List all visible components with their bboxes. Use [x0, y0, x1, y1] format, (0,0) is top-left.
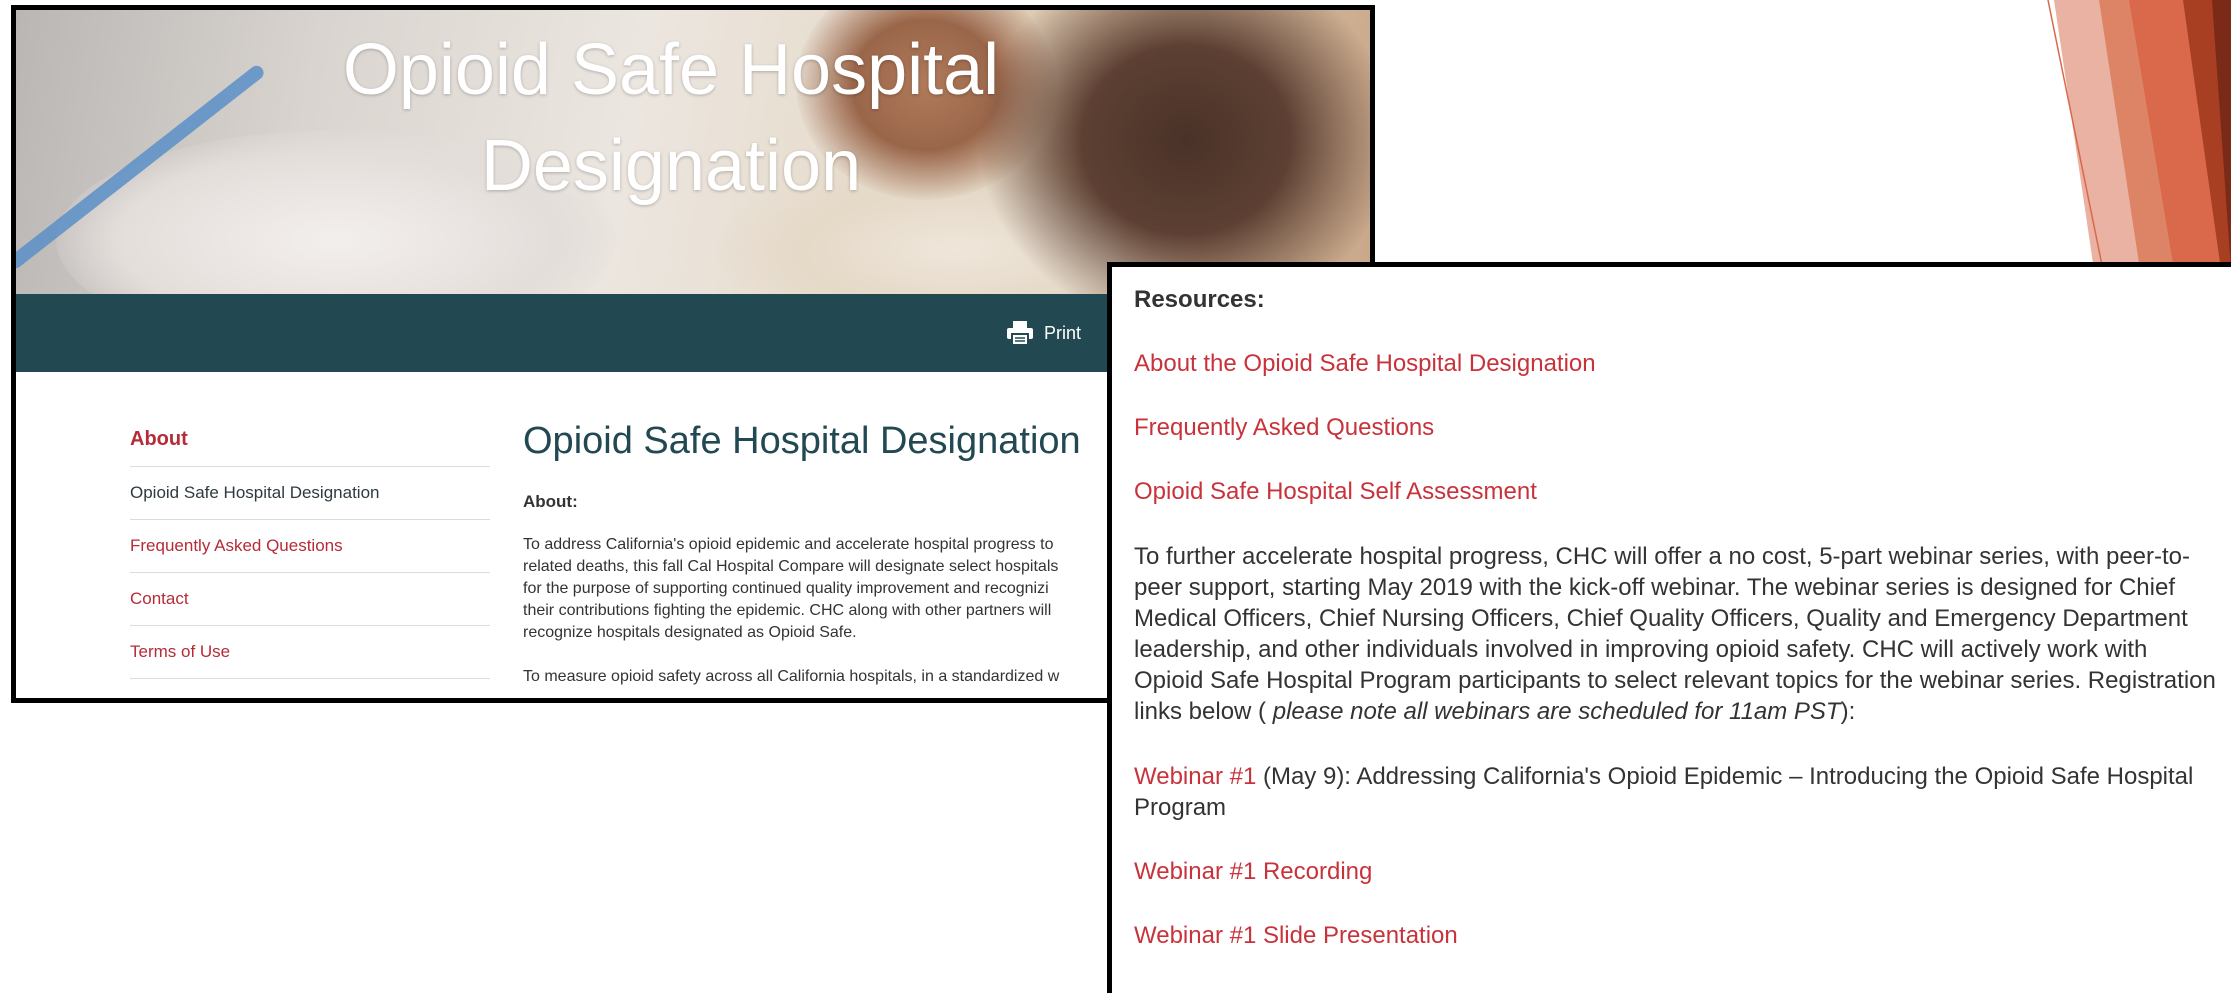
webinar-1-slides-link[interactable]: Webinar #1 Slide Presentation	[1134, 921, 2219, 951]
hero-banner: Opioid Safe Hospital Designation	[16, 10, 1370, 294]
sidebar-item-faq[interactable]: Frequently Asked Questions	[130, 520, 490, 573]
link-about-designation[interactable]: About the Opioid Safe Hospital Designati…	[1134, 349, 2219, 379]
printer-icon	[1007, 321, 1033, 346]
print-label: Print	[1044, 322, 1082, 343]
resources-screenshot: Resources: About the Opioid Safe Hospita…	[1107, 262, 2231, 993]
sidebar-item-opioid-safe-designation[interactable]: Opioid Safe Hospital Designation	[130, 467, 490, 520]
webinar-schedule-note: please note all webinars are scheduled f…	[1266, 698, 1841, 725]
sidebar-item-terms-of-use[interactable]: Terms of Use	[130, 626, 490, 679]
webinar-1-line: Webinar #1 (May 9): Addressing Californi…	[1134, 761, 2219, 823]
webinar-1-recording-link[interactable]: Webinar #1 Recording	[1134, 857, 2219, 887]
link-faq[interactable]: Frequently Asked Questions	[1134, 413, 2219, 443]
sidebar-item-contact[interactable]: Contact	[130, 573, 490, 626]
slide-decoration	[2047, 0, 2231, 270]
hero-title: Opioid Safe Hospital Designation	[342, 30, 1000, 206]
print-button[interactable]: Print	[1006, 318, 1081, 348]
sidebar-heading-about[interactable]: About	[130, 420, 490, 467]
link-self-assessment[interactable]: Opioid Safe Hospital Self Assessment	[1134, 477, 2219, 507]
webinar-1-link[interactable]: Webinar #1	[1134, 763, 1256, 790]
sidebar-nav: About Opioid Safe Hospital Designation F…	[130, 420, 490, 679]
webinar-intro-paragraph: To further accelerate hospital progress,…	[1134, 541, 2219, 727]
webinar-intro-end: ):	[1840, 698, 1856, 725]
webinar-1-description: (May 9): Addressing California's Opioid …	[1134, 763, 2194, 821]
resources-heading: Resources:	[1134, 286, 1265, 313]
